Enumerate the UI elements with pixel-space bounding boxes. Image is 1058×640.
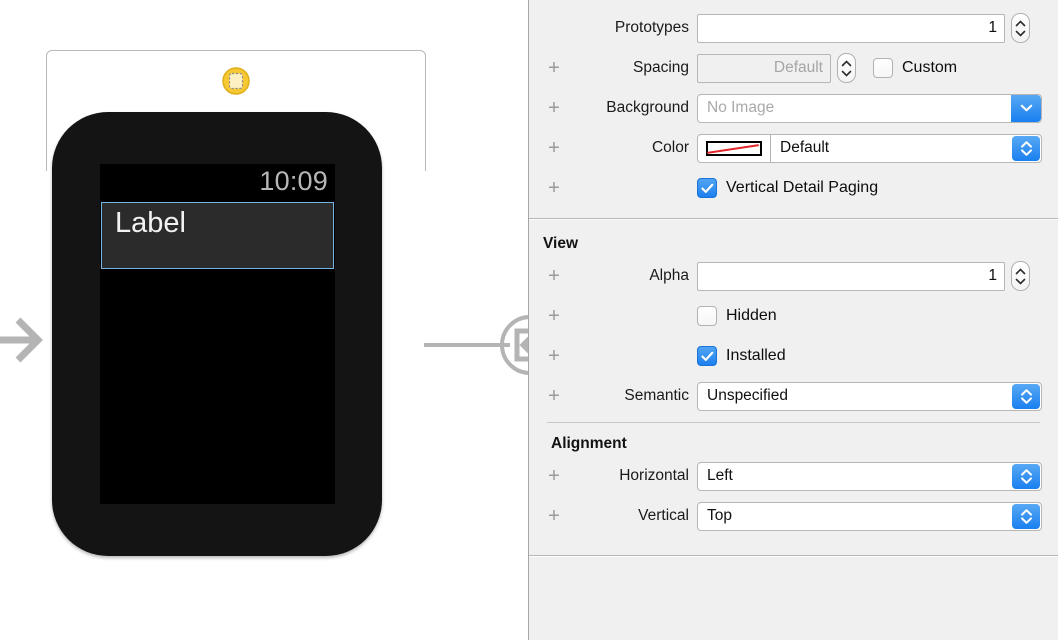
- alpha-value: 1: [988, 267, 997, 285]
- add-variation-icon[interactable]: +: [541, 506, 567, 526]
- spacing-stepper[interactable]: [837, 53, 856, 83]
- semantic-popup[interactable]: Unspecified: [697, 382, 1042, 411]
- label-color: Color: [567, 139, 697, 157]
- add-variation-icon[interactable]: +: [541, 346, 567, 366]
- app-root: 10:09 Label + Prototypes 1: [0, 0, 1058, 640]
- hidden-label: Hidden: [726, 307, 777, 325]
- view-section-title: View: [529, 229, 1058, 256]
- row-background: + Background No Image: [529, 88, 1058, 128]
- apple-watch-device[interactable]: 10:09 Label: [52, 112, 382, 556]
- row-vertical-detail-paging: + Vertical Detail Paging: [529, 168, 1058, 208]
- vertical-detail-paging-checkbox[interactable]: [697, 178, 717, 198]
- semantic-value: Unspecified: [707, 387, 788, 405]
- row-semantic: + Semantic Unspecified: [529, 376, 1058, 416]
- watch-screen[interactable]: 10:09 Label: [100, 164, 335, 504]
- storyboard-canvas[interactable]: 10:09 Label: [0, 0, 528, 640]
- label-element[interactable]: Label: [101, 202, 334, 269]
- installed-label: Installed: [726, 347, 786, 365]
- section-divider: [529, 218, 1058, 219]
- label-background: Background: [567, 99, 697, 117]
- alpha-input[interactable]: 1: [697, 262, 1005, 291]
- alignment-group-title: Alignment: [529, 429, 1058, 456]
- add-variation-icon[interactable]: +: [541, 58, 567, 78]
- vertical-alignment-value: Top: [707, 507, 732, 525]
- label-semantic: Semantic: [567, 387, 697, 405]
- spacing-value: Default: [774, 59, 823, 77]
- label-text: Label: [115, 207, 186, 240]
- label-spacing: Spacing: [567, 59, 697, 77]
- chevron-down-icon[interactable]: [1011, 95, 1041, 122]
- add-variation-icon[interactable]: +: [541, 466, 567, 486]
- scene-dock-bar[interactable]: [46, 50, 426, 112]
- chevron-up-down-icon[interactable]: [1012, 384, 1040, 409]
- status-time: 10:09: [259, 166, 328, 197]
- color-value: Default: [780, 139, 829, 157]
- horizontal-alignment-popup[interactable]: Left: [697, 462, 1042, 491]
- row-spacing: + Spacing Default Custom: [529, 48, 1058, 88]
- add-variation-icon[interactable]: +: [541, 266, 567, 286]
- label-horizontal: Horizontal: [567, 467, 697, 485]
- horizontal-alignment-value: Left: [707, 467, 733, 485]
- spacing-input[interactable]: Default: [697, 54, 831, 83]
- status-bar: 10:09: [100, 164, 335, 202]
- label-alpha: Alpha: [567, 267, 697, 285]
- row-installed: + Installed: [529, 336, 1058, 376]
- vertical-detail-paging-label: Vertical Detail Paging: [726, 179, 878, 197]
- hidden-checkbox[interactable]: [697, 306, 717, 326]
- prototypes-value: 1: [988, 19, 997, 37]
- color-well[interactable]: [697, 134, 771, 163]
- prototypes-stepper[interactable]: [1011, 13, 1030, 43]
- view-section: View + Alpha 1 + Hidden: [529, 229, 1058, 555]
- attributes-inspector-panel[interactable]: + Prototypes 1 + Spacing Default: [528, 0, 1058, 640]
- hidden-checkbox-row[interactable]: Hidden: [697, 306, 777, 326]
- row-hidden: + Hidden: [529, 296, 1058, 336]
- add-variation-icon[interactable]: +: [541, 98, 567, 118]
- exit-segue-icon[interactable]: [498, 313, 528, 377]
- row-horizontal-alignment: + Horizontal Left: [529, 456, 1058, 496]
- entry-point-arrow-icon: [0, 310, 48, 370]
- custom-spacing-checkbox[interactable]: [873, 58, 893, 78]
- add-variation-icon[interactable]: +: [541, 306, 567, 326]
- installed-checkbox[interactable]: [697, 346, 717, 366]
- prototypes-input[interactable]: 1: [697, 14, 1005, 43]
- custom-spacing-checkbox-row[interactable]: Custom: [873, 58, 957, 78]
- installed-checkbox-row[interactable]: Installed: [697, 346, 786, 366]
- label-vertical: Vertical: [567, 507, 697, 525]
- add-variation-icon[interactable]: +: [541, 386, 567, 406]
- row-prototypes: + Prototypes 1: [529, 8, 1058, 48]
- color-popup[interactable]: Default: [771, 134, 1042, 163]
- label-prototypes: Prototypes: [567, 19, 697, 37]
- row-alpha: + Alpha 1: [529, 256, 1058, 296]
- table-attributes-section: + Prototypes 1 + Spacing Default: [529, 8, 1058, 218]
- chevron-up-down-icon[interactable]: [1012, 464, 1040, 489]
- vertical-detail-paging-checkbox-row[interactable]: Vertical Detail Paging: [697, 178, 878, 198]
- add-variation-icon[interactable]: +: [541, 178, 567, 198]
- vertical-alignment-popup[interactable]: Top: [697, 502, 1042, 531]
- alpha-stepper[interactable]: [1011, 261, 1030, 291]
- custom-spacing-label: Custom: [902, 59, 957, 77]
- chevron-up-down-icon[interactable]: [1012, 504, 1040, 529]
- group-divider: [547, 422, 1040, 423]
- background-image-value: No Image: [707, 99, 774, 117]
- row-vertical-alignment: + Vertical Top: [529, 496, 1058, 536]
- interface-controller-icon[interactable]: [222, 67, 250, 95]
- background-image-combo[interactable]: No Image: [697, 94, 1042, 123]
- no-color-swatch-icon: [706, 141, 762, 156]
- chevron-up-down-icon[interactable]: [1012, 136, 1040, 161]
- add-variation-icon[interactable]: +: [541, 138, 567, 158]
- row-color: + Color Default: [529, 128, 1058, 168]
